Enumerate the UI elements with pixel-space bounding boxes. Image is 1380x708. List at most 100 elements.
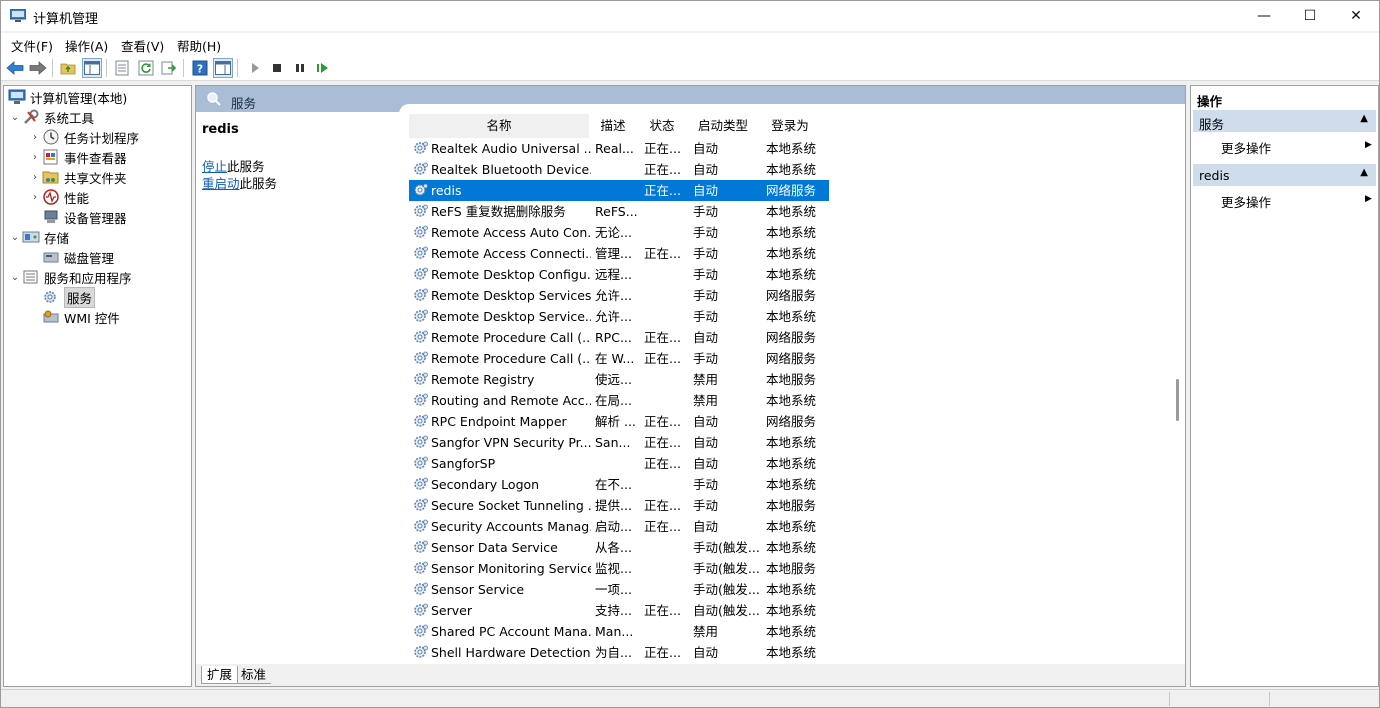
table-row[interactable]: Remote Procedure Call (... RPC... 正在... 自动 网…: [409, 327, 829, 348]
service-status: 正在...: [644, 351, 681, 366]
more-actions-services[interactable]: 更多操作: [1221, 138, 1271, 157]
service-name: Remote Access Auto Con...: [431, 225, 591, 240]
help-icon[interactable]: ?: [190, 58, 210, 78]
table-row[interactable]: Realtek Bluetooth Device... 正在... 自动 本地系统: [409, 159, 829, 180]
tab-extended[interactable]: 扩展: [201, 666, 239, 684]
table-row[interactable]: Sensor Monitoring Service 监视... 手动(触发... 本地…: [409, 558, 829, 579]
table-row[interactable]: Remote Desktop Services 允许... 手动 网络服务: [409, 285, 829, 306]
back-icon[interactable]: [5, 58, 25, 78]
tree-item-event-viewer[interactable]: › 事件查看器: [28, 147, 127, 167]
tree-item-task-scheduler[interactable]: › 任务计划程序: [28, 127, 139, 147]
actions-section-services[interactable]: 服务 ▲: [1193, 110, 1376, 132]
table-row[interactable]: Realtek Audio Universal ... Real... 正在... 自…: [409, 138, 829, 159]
tree-item-services[interactable]: 服务: [42, 286, 96, 308]
tree-item-system-tools[interactable]: ⌄ 系统工具: [8, 107, 94, 127]
table-row[interactable]: Server 支持... 正在... 自动(触发... 本地系统: [409, 600, 829, 621]
chevron-right-icon[interactable]: ›: [28, 132, 42, 143]
up-folder-icon[interactable]: [58, 58, 78, 78]
chevron-right-icon[interactable]: ›: [28, 172, 42, 183]
tree-item-computer-management[interactable]: 计算机管理(本地): [8, 87, 127, 107]
view-icon[interactable]: [213, 58, 233, 78]
table-row[interactable]: redis 正在... 自动 网络服务: [409, 180, 829, 201]
tree-item-wmi-control[interactable]: WMI 控件: [42, 307, 120, 327]
restart-service-link[interactable]: 重启动: [202, 176, 240, 191]
menu-help[interactable]: 帮助(H): [177, 36, 221, 55]
service-gear-icon: [414, 498, 428, 511]
tree-item-storage[interactable]: ⌄ 存储: [8, 227, 69, 247]
export-icon[interactable]: [159, 58, 179, 78]
table-row[interactable]: Routing and Remote Acc... 在局... 禁用 本地系统: [409, 390, 829, 411]
collapse-icon[interactable]: ▲: [1360, 113, 1368, 124]
vertical-scrollbar[interactable]: [1171, 114, 1185, 664]
service-startup-type: 自动: [693, 183, 719, 198]
show-tree-icon[interactable]: [82, 58, 102, 78]
forward-icon[interactable]: [28, 58, 48, 78]
tree-item-services-and-applications[interactable]: ⌄ 服务和应用程序: [8, 267, 132, 287]
properties-icon[interactable]: [112, 58, 132, 78]
service-name: redis: [431, 183, 462, 198]
service-description: 在 W...: [595, 351, 635, 366]
tab-standard[interactable]: 标准: [236, 666, 272, 684]
stop-icon[interactable]: [267, 58, 287, 78]
table-row[interactable]: Remote Access Connecti... 管理... 正在... 手动 本地系…: [409, 243, 829, 264]
table-row[interactable]: SangforSP 正在... 自动 本地系统: [409, 453, 829, 474]
tree-item-device-manager[interactable]: 设备管理器: [42, 207, 127, 227]
resume-icon[interactable]: [313, 58, 333, 78]
minimize-button[interactable]: —: [1241, 1, 1287, 31]
more-actions-redis[interactable]: 更多操作: [1221, 192, 1271, 211]
table-row[interactable]: ReFS 重复数据删除服务 ReFS... 手动 本地系统: [409, 201, 829, 222]
collapse-icon[interactable]: ▲: [1360, 167, 1368, 178]
table-row[interactable]: RPC Endpoint Mapper 解析 ... 正在... 自动 网络服务: [409, 411, 829, 432]
table-row[interactable]: Security Accounts Manag... 启动... 正在... 自动 本地…: [409, 516, 829, 537]
service-startup-type: 手动: [693, 225, 719, 240]
table-row[interactable]: Remote Desktop Configu... 远程... 手动 本地系统: [409, 264, 829, 285]
refresh-icon[interactable]: [136, 58, 156, 78]
chevron-right-icon[interactable]: ›: [28, 152, 42, 163]
pause-icon[interactable]: [290, 58, 310, 78]
performance-icon: [43, 189, 59, 205]
menu-action[interactable]: 操作(A): [65, 36, 108, 55]
table-row[interactable]: Sensor Service 一项... 手动(触发... 本地系统: [409, 579, 829, 600]
service-description: 允许...: [595, 288, 632, 303]
table-row[interactable]: Sangfor VPN Security Pr... San... 正在... 自动 本…: [409, 432, 829, 453]
tree-item-disk-management[interactable]: 磁盘管理: [42, 247, 114, 267]
chevron-down-icon[interactable]: ⌄: [8, 232, 22, 243]
column-log-on-as[interactable]: 登录为: [761, 114, 819, 138]
service-status: 正在...: [644, 645, 681, 660]
column-startup-type[interactable]: 启动类型: [689, 114, 757, 138]
table-row[interactable]: Remote Procedure Call (... 在 W... 正在... 手动 网…: [409, 348, 829, 369]
close-button[interactable]: ✕: [1333, 1, 1379, 31]
service-gear-icon: [414, 288, 428, 301]
play-icon[interactable]: [245, 58, 265, 78]
menu-file[interactable]: 文件(F): [11, 36, 53, 55]
table-row[interactable]: Shared PC Account Mana... Man... 禁用 本地系统: [409, 621, 829, 642]
actions-section-redis[interactable]: redis ▲: [1193, 164, 1376, 186]
service-startup-type: 手动: [693, 498, 719, 513]
chevron-down-icon[interactable]: ⌄: [8, 272, 22, 283]
chevron-down-icon[interactable]: ⌄: [8, 112, 22, 123]
service-startup-type: 自动: [693, 141, 719, 156]
title-bar: 计算机管理 — ☐ ✕: [1, 1, 1379, 31]
service-description: 解析 ...: [595, 414, 636, 429]
table-row[interactable]: Secure Socket Tunneling ... 提供... 正在... 手动 本…: [409, 495, 829, 516]
column-name[interactable]: 名称: [409, 114, 589, 138]
service-name: Realtek Bluetooth Device...: [431, 162, 591, 177]
table-row[interactable]: Secondary Logon 在不... 手动 本地系统: [409, 474, 829, 495]
stop-service-link[interactable]: 停止: [202, 159, 227, 174]
tree-item-performance[interactable]: › 性能: [28, 187, 89, 207]
tree-item-shared-folders[interactable]: › 共享文件夹: [28, 167, 127, 187]
table-row[interactable]: Remote Access Auto Con... 无论... 手动 本地系统: [409, 222, 829, 243]
menu-view[interactable]: 查看(V): [121, 36, 164, 55]
maximize-button[interactable]: ☐: [1287, 1, 1333, 31]
gear-icon: [44, 291, 56, 303]
column-description[interactable]: 描述: [591, 114, 635, 138]
table-row[interactable]: Remote Desktop Service... 允许... 手动 本地系统: [409, 306, 829, 327]
table-row[interactable]: Sensor Data Service 从各... 手动(触发... 本地系统: [409, 537, 829, 558]
column-status[interactable]: 状态: [639, 114, 685, 138]
table-row[interactable]: Remote Registry 使远... 禁用 本地服务: [409, 369, 829, 390]
chevron-right-icon[interactable]: ›: [28, 192, 42, 203]
scrollbar-thumb[interactable]: [1176, 379, 1179, 421]
table-row[interactable]: Shell Hardware Detection 为自... 正在... 自动 本地系统: [409, 642, 829, 663]
service-startup-type: 自动: [693, 456, 719, 471]
service-gear-icon: [414, 141, 428, 154]
